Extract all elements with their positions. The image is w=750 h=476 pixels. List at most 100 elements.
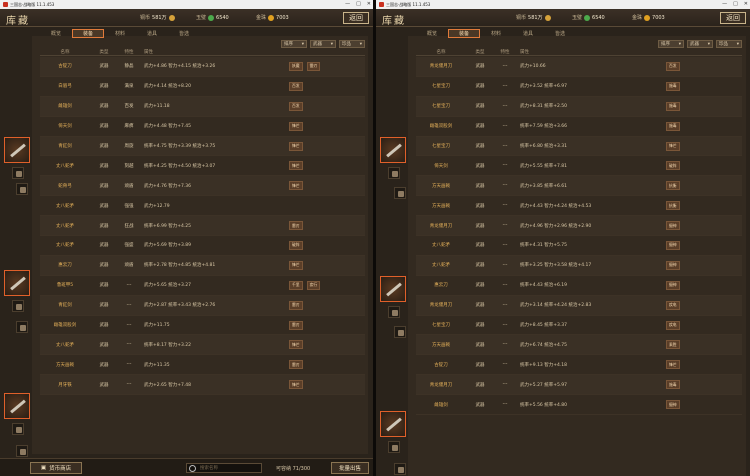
rarity-dropdown[interactable]: 珍品 ▾ (716, 40, 742, 48)
table-row[interactable]: 七星宝刀 武器 --- 统率+6.80 统治+3.31 锋芒 (416, 136, 742, 157)
mount-slot[interactable] (394, 326, 406, 338)
table-row[interactable]: 雌雄剑 武器 --- 统率+5.56 统率+4.80 摄神 (416, 395, 742, 416)
rarity-dropdown[interactable]: 珍品 ▾ (339, 40, 365, 48)
table-row[interactable]: 青釭剑 武器 --- 武力+2.87 统率+3.43 统治+2.76 雷刃 (40, 295, 365, 316)
table-row[interactable]: 惠云刀 武器 --- 统率+4.43 统治+6.19 摄神 (416, 276, 742, 296)
table-row[interactable]: 丈八蛇矛 武器 --- 统率+4.31 智力+5.75 摄神 (416, 236, 742, 256)
table-row[interactable]: 丈八蛇矛 武器 强强 武力+12.79 (40, 196, 365, 217)
blade-icon (10, 276, 26, 291)
currency-shop-button[interactable]: ▣ 货币商店 (30, 462, 82, 474)
table-row[interactable]: 蛇骨弓 武器 顽盾 武力+4.76 智力+7.36 锋芒 (40, 176, 365, 197)
armor-slot[interactable] (388, 167, 400, 179)
weapon-slot[interactable] (4, 137, 30, 163)
tab-all[interactable]: 皆选 (168, 29, 200, 38)
armor-slot[interactable] (12, 423, 24, 435)
table-row[interactable]: 雌雄双股剑 武器 --- 武力+11.75 雷刃 (40, 316, 365, 336)
weapon-slot[interactable] (380, 411, 406, 437)
maximize-icon[interactable]: □ (356, 1, 361, 7)
chevron-down-icon: ▾ (678, 41, 681, 47)
table-row[interactable]: 青釭剑 武器 周旋 统率+4.75 智力+3.39 统治+3.75 锋芒 (40, 136, 365, 157)
item-name: 雌雄双股剑 (429, 124, 453, 130)
table-row[interactable]: 丈八蛇矛 武器 --- 统率+3.25 智力+3.58 统治+4.17 摄神 (416, 255, 742, 276)
armor-slot[interactable] (12, 300, 24, 312)
item-stats: 武力+6.74 统治+4.75 (520, 342, 568, 348)
bulk-sell-button[interactable]: 批量出售 (331, 462, 369, 474)
tab-equipment[interactable]: 装备 (448, 29, 480, 38)
table-row[interactable]: 丈八蛇矛 武器 刻越 统率+4.25 智力+4.50 统治+3.07 锋芒 (40, 156, 365, 177)
item-name: 七星宝刀 (432, 104, 450, 110)
weapon-slot[interactable] (380, 276, 406, 302)
item-tags: 施毒 (662, 380, 742, 390)
table-row[interactable]: 七星宝刀 武器 --- 武力+8.45 统率+3.37 疾电 (416, 316, 742, 336)
skill-tag: 锋芒 (289, 380, 303, 390)
window-controls: — □ ✕ (722, 1, 748, 7)
table-row[interactable]: 倚天剑 武器 --- 武力+5.55 统率+7.81 破阵 (416, 156, 742, 177)
tab-overview[interactable]: 概览 (416, 29, 448, 38)
skill-tag: 百发 (666, 61, 680, 71)
table-row[interactable]: 月牙铁 武器 --- 武力+2.65 智力+7.48 锋芒 (40, 375, 365, 396)
item-type: 武器 (99, 263, 109, 269)
table-row[interactable]: 方天画戟 武器 --- 武力+4.43 智力+4.24 统治+4.53 抗衡 (416, 196, 742, 217)
category-dropdown[interactable]: 武器 ▾ (310, 40, 336, 48)
table-row[interactable]: 七星宝刀 武器 --- 武力+3.52 统率+6.97 施毒 (416, 77, 742, 97)
mount-slot[interactable] (16, 321, 28, 333)
minimize-icon[interactable]: — (345, 1, 350, 7)
mount-slot[interactable] (394, 187, 406, 199)
sort-dropdown[interactable]: 排序 ▾ (281, 40, 307, 48)
armor-slot[interactable] (12, 167, 24, 179)
weapon-slot[interactable] (4, 393, 30, 419)
table-row[interactable]: 青龙偃月刀 武器 --- 武力+3.14 统率+4.24 统治+2.83 疾电 (416, 295, 742, 316)
weapon-slot[interactable] (4, 270, 30, 296)
table-row[interactable]: 白眉弓 武器 满泉 武力+4.14 统治+8.20 百发 (40, 77, 365, 97)
table-row[interactable]: 古锭刀 武器 --- 统率+9.13 智力+4.18 锋芒 (416, 355, 742, 376)
table-row[interactable]: 雌雄剑 武器 百发 武力+11.18 百发 (40, 96, 365, 117)
weapon-slot[interactable] (380, 137, 406, 163)
tab-items[interactable]: 道具 (512, 29, 544, 38)
table-row[interactable]: 青龙偃月刀 武器 --- 武力+5.27 统率+5.97 施毒 (416, 375, 742, 396)
close-icon[interactable]: ✕ (744, 1, 748, 7)
armor-slot[interactable] (388, 306, 400, 318)
item-trait: 静晶 (124, 64, 134, 70)
table-row[interactable]: 青龙偃月刀 武器 --- 武力+4.96 智力+2.96 统治+2.90 摄神 (416, 216, 742, 237)
tab-items[interactable]: 道具 (136, 29, 168, 38)
column-header: 名称 类型 特性 属性 (416, 49, 742, 56)
category-dropdown[interactable]: 武器 ▾ (687, 40, 713, 48)
table-row[interactable]: 雌雄双股剑 武器 --- 统率+7.59 统治+3.66 施毒 (416, 117, 742, 137)
search-input[interactable]: 搜索名称 (186, 463, 262, 473)
tab-materials[interactable]: 材料 (480, 29, 512, 38)
table-row[interactable]: 倚天剑 武器 麻痹 武力+4.48 智力+7.45 锋芒 (40, 117, 365, 137)
table-row[interactable]: 方天画戟 武器 --- 武力+6.74 统治+4.75 乘胜 (416, 335, 742, 356)
table-row[interactable]: 丈八蛇矛 武器 狂战 统率+6.99 智力+4.25 雷刃 (40, 216, 365, 237)
item-type: 武器 (475, 243, 485, 249)
table-row[interactable]: 丈八蛇矛 武器 强盛 武力+5.69 智力+3.89 破阵 (40, 236, 365, 256)
item-type: 武器 (475, 183, 485, 189)
app-icon (379, 2, 384, 7)
item-tags: 雷刃 (285, 300, 365, 310)
table-row[interactable]: 方天画戟 武器 --- 武力+3.85 统率+6.61 抗衡 (416, 176, 742, 197)
table-row[interactable]: 惠云刀 武器 顽盾 统率+2.78 智力+4.85 统治+4.81 锋芒 (40, 255, 365, 276)
tab-all[interactable]: 皆选 (544, 29, 576, 38)
tab-materials[interactable]: 材料 (104, 29, 136, 38)
item-name: 方天画戟 (432, 183, 450, 189)
item-trait: --- (502, 362, 508, 368)
mount-slot[interactable] (394, 463, 406, 475)
table-row[interactable]: 七星宝刀 武器 --- 武力+8.31 统率+2.50 施毒 (416, 96, 742, 117)
tab-overview[interactable]: 概览 (40, 29, 72, 38)
minimize-icon[interactable]: — (722, 1, 727, 7)
item-stats: 武力+3.85 统率+6.61 (520, 183, 568, 189)
back-button[interactable]: 返回 (343, 12, 369, 24)
table-row[interactable]: 鲁班甲5 武器 --- 武力+5.65 统治+3.27 千里 疾行 (40, 276, 365, 296)
mount-slot[interactable] (16, 445, 28, 457)
close-icon[interactable]: ✕ (367, 1, 371, 7)
mount-slot[interactable] (16, 183, 28, 195)
tab-equipment[interactable]: 装备 (72, 29, 104, 38)
table-row[interactable]: 方天画戟 武器 --- 武力+11.35 雷刃 (40, 355, 365, 376)
sort-dropdown[interactable]: 排序 ▾ (658, 40, 684, 48)
table-row[interactable]: 丈八蛇矛 武器 --- 统率+8.17 智力+3.22 锋芒 (40, 335, 365, 356)
table-row[interactable]: 青龙偃月刀 武器 --- 武力+10.66 百发 (416, 57, 742, 77)
table-row[interactable]: 古锭刀 武器 静晶 武力+4.86 智力+4.15 统治+3.26 妖魔 雷刃 (40, 57, 365, 77)
item-stats: 统率+6.80 统治+3.31 (520, 144, 568, 149)
maximize-icon[interactable]: □ (733, 1, 738, 7)
back-button[interactable]: 返回 (720, 12, 746, 24)
armor-slot[interactable] (388, 441, 400, 453)
